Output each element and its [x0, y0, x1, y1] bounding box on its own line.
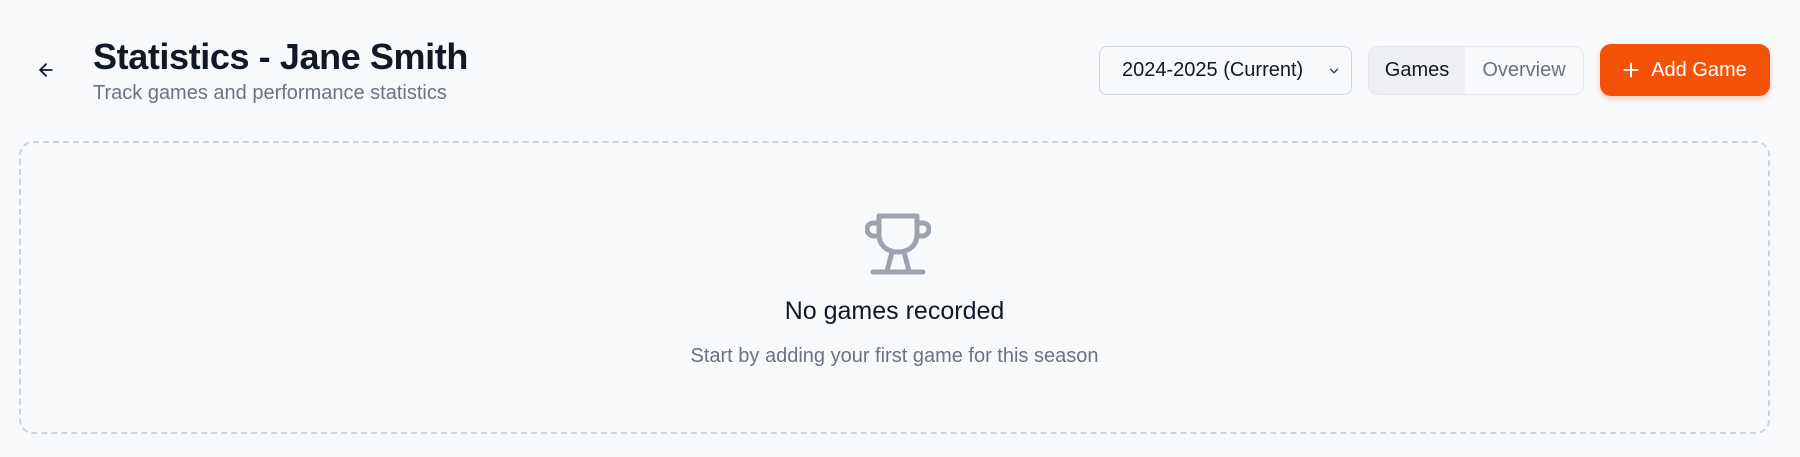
page-subtitle: Track games and performance statistics: [93, 82, 447, 104]
page-header: Statistics - Jane Smith Track games and …: [93, 36, 468, 105]
statistics-page: Statistics - Jane Smith Track games and …: [0, 0, 1800, 457]
season-select[interactable]: 2024-2025 (Current): [1099, 46, 1352, 95]
add-game-button[interactable]: Add Game: [1600, 44, 1770, 96]
add-game-label: Add Game: [1651, 58, 1747, 81]
trophy-icon: [865, 213, 931, 275]
arrow-left-icon: [39, 63, 53, 77]
empty-state-message: Start by adding your first game for this…: [690, 345, 1099, 367]
tab-games[interactable]: Games: [1369, 47, 1465, 94]
tab-overview[interactable]: Overview: [1465, 47, 1583, 94]
chevron-down-icon: [1329, 68, 1339, 74]
empty-state-card: No games recorded Start by adding your f…: [19, 141, 1770, 434]
season-select-value: 2024-2025 (Current): [1122, 59, 1304, 81]
empty-state-title: No games recorded: [784, 297, 1005, 325]
page-title: Statistics - Jane Smith: [93, 36, 468, 77]
plus-icon: [1623, 62, 1639, 78]
back-button[interactable]: [30, 54, 62, 86]
view-toggle: Games Overview: [1368, 46, 1584, 95]
